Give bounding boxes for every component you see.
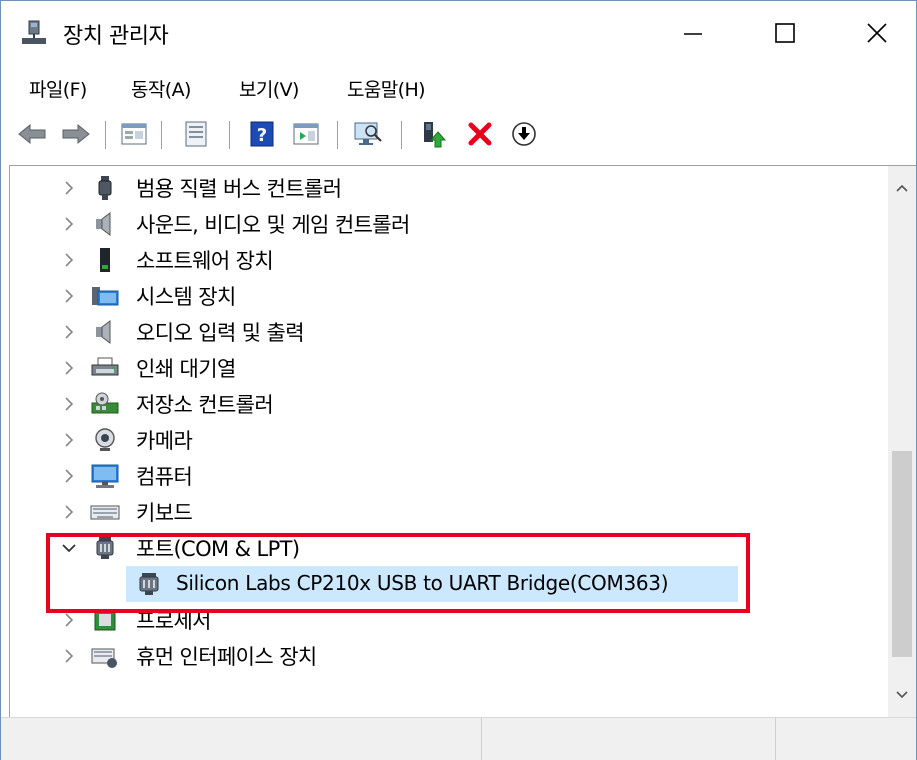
status-bar <box>1 717 916 760</box>
tree-item-label: 키보드 <box>136 501 193 525</box>
tree-item-label: 범용 직렬 버스 컨트롤러 <box>136 177 342 201</box>
port-icon <box>90 535 120 561</box>
toolbar-separator <box>229 121 230 149</box>
close-icon <box>867 23 887 43</box>
toolbar-separator <box>161 121 162 149</box>
window-title: 장치 관리자 <box>63 24 169 49</box>
collapsed-chevron-icon[interactable] <box>60 251 78 269</box>
collapsed-chevron-icon[interactable] <box>60 323 78 341</box>
device-tree[interactable]: 범용 직렬 버스 컨트롤러사운드, 비디오 및 게임 컨트롤러소프트웨어 장치시… <box>10 166 888 717</box>
tree-item[interactable]: 카메라 <box>10 422 888 458</box>
processor-icon <box>90 607 120 633</box>
tree-item[interactable]: 키보드 <box>10 494 888 530</box>
tree-item-label: 휴먼 인터페이스 장치 <box>136 645 317 669</box>
svg-text:?: ? <box>257 125 267 146</box>
hid-icon <box>90 643 120 669</box>
tree-item-label: 컴퓨터 <box>136 465 193 489</box>
menu-help[interactable]: 도움말(H) <box>347 75 426 102</box>
update-driver-icon[interactable] <box>419 119 449 149</box>
toolbar: ? <box>1 111 916 157</box>
software-device-icon <box>90 247 120 273</box>
download-icon[interactable] <box>509 119 539 149</box>
device-tree-frame: 범용 직렬 버스 컨트롤러사운드, 비디오 및 게임 컨트롤러소프트웨어 장치시… <box>9 165 916 717</box>
collapsed-chevron-icon[interactable] <box>60 467 78 485</box>
printer-icon <box>90 355 120 381</box>
status-pane <box>481 718 776 760</box>
uninstall-icon[interactable] <box>465 119 495 149</box>
properties-list-icon[interactable] <box>119 119 149 149</box>
tree-item[interactable]: 오디오 입력 및 출력 <box>10 314 888 350</box>
tree-item[interactable]: 범용 직렬 버스 컨트롤러 <box>10 170 888 206</box>
tree-item-label: 포트(COM & LPT) <box>136 537 300 561</box>
tree-item[interactable]: 인쇄 대기열 <box>10 350 888 386</box>
selected-device-label: Silicon Labs CP210x USB to UART Bridge(C… <box>176 571 669 595</box>
tree-item-label: 시스템 장치 <box>136 285 236 309</box>
expanded-chevron-icon[interactable] <box>60 539 78 557</box>
tree-item[interactable]: 컴퓨터 <box>10 458 888 494</box>
tree-item[interactable]: 프로세서 <box>10 602 888 638</box>
storage-controller-icon <box>90 391 120 417</box>
speaker-icon <box>90 211 120 237</box>
menu-action[interactable]: 동작(A) <box>131 75 191 102</box>
tree-item[interactable]: 시스템 장치 <box>10 278 888 314</box>
usb-controller-icon <box>90 175 120 201</box>
scrollbar-thumb[interactable] <box>892 451 912 657</box>
camera-icon <box>90 427 120 453</box>
tree-item[interactable]: 저장소 컨트롤러 <box>10 386 888 422</box>
collapsed-chevron-icon[interactable] <box>60 503 78 521</box>
status-pane <box>775 718 916 760</box>
toolbar-separator <box>337 121 338 149</box>
help-icon[interactable]: ? <box>247 119 277 149</box>
menu-bar: 파일(F) 동작(A) 보기(V) 도움말(H) <box>1 65 916 109</box>
collapsed-chevron-icon[interactable] <box>60 647 78 665</box>
menu-view[interactable]: 보기(V) <box>239 75 299 102</box>
toolbar-separator <box>105 121 106 149</box>
toolbar-separator <box>401 121 402 149</box>
vertical-scrollbar[interactable] <box>888 166 916 717</box>
minimize-icon <box>684 33 702 35</box>
device-manager-icon <box>21 20 47 46</box>
tree-item[interactable]: 휴먼 인터페이스 장치 <box>10 638 888 674</box>
keyboard-icon <box>90 499 120 525</box>
tree-item-label: 저장소 컨트롤러 <box>136 393 274 417</box>
menu-file[interactable]: 파일(F) <box>29 75 87 102</box>
tree-item-label: 인쇄 대기열 <box>136 357 236 381</box>
tree-item[interactable]: 포트(COM & LPT) <box>10 530 888 566</box>
title-bar[interactable]: 장치 관리자 <box>1 1 916 65</box>
minimize-button[interactable] <box>647 1 739 65</box>
collapsed-chevron-icon[interactable] <box>60 215 78 233</box>
system-device-icon <box>90 283 120 309</box>
tree-item-label: 프로세서 <box>136 609 211 633</box>
scroll-down-button[interactable] <box>888 673 916 717</box>
selected-device-row[interactable]: Silicon Labs CP210x USB to UART Bridge(C… <box>126 566 738 602</box>
collapsed-chevron-icon[interactable] <box>60 287 78 305</box>
maximize-icon <box>775 23 795 43</box>
tree-item-label: 카메라 <box>136 429 193 453</box>
scan-hardware-icon[interactable] <box>353 119 383 149</box>
collapsed-chevron-icon[interactable] <box>60 179 78 197</box>
action-pane-icon[interactable] <box>291 119 321 149</box>
refresh-icon[interactable] <box>181 119 211 149</box>
tree-item-label: 소프트웨어 장치 <box>136 249 274 273</box>
back-icon[interactable] <box>17 119 47 149</box>
chevron-down-icon <box>896 691 908 699</box>
collapsed-chevron-icon[interactable] <box>60 611 78 629</box>
tree-item[interactable]: 소프트웨어 장치 <box>10 242 888 278</box>
scroll-up-button[interactable] <box>888 166 916 210</box>
forward-icon[interactable] <box>61 119 91 149</box>
collapsed-chevron-icon[interactable] <box>60 395 78 413</box>
speaker-icon <box>90 319 120 345</box>
maximize-button[interactable] <box>739 1 831 65</box>
collapsed-chevron-icon[interactable] <box>60 359 78 377</box>
tree-item-label: 사운드, 비디오 및 게임 컨트롤러 <box>136 213 410 237</box>
computer-icon <box>90 463 120 489</box>
port-icon <box>136 571 166 597</box>
device-manager-window: 장치 관리자 파일(F) 동작(A) 보기(V) 도움말(H) ? 범용 직렬 … <box>0 0 917 760</box>
collapsed-chevron-icon[interactable] <box>60 431 78 449</box>
tree-item[interactable]: 사운드, 비디오 및 게임 컨트롤러 <box>10 206 888 242</box>
close-button[interactable] <box>831 1 917 65</box>
chevron-up-icon <box>896 184 908 192</box>
tree-item-label: 오디오 입력 및 출력 <box>136 321 305 345</box>
